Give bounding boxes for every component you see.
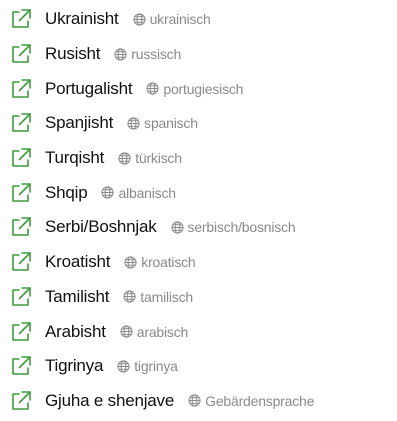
language-item[interactable]: Gjuha e shenjave Gebärdensprache bbox=[0, 384, 397, 419]
language-native-name: kroatisch bbox=[141, 254, 196, 271]
language-native-name: ukrainisch bbox=[149, 11, 211, 28]
language-native-name: russisch bbox=[131, 46, 182, 63]
language-name[interactable]: Portugalisht bbox=[45, 79, 133, 99]
globe-icon bbox=[117, 360, 130, 373]
globe-icon bbox=[124, 256, 137, 269]
external-link-icon[interactable] bbox=[10, 78, 32, 100]
globe-icon bbox=[101, 186, 115, 199]
language-item[interactable]: Portugalisht portugiesisch bbox=[0, 71, 397, 106]
language-native-name: portugiesisch bbox=[163, 80, 244, 97]
language-item[interactable]: Rusisht russisch bbox=[0, 37, 397, 72]
external-link-icon[interactable] bbox=[10, 355, 32, 377]
language-name[interactable]: Gjuha e shenjave bbox=[45, 391, 174, 411]
language-native-name: arabisch bbox=[136, 323, 189, 340]
globe-icon bbox=[114, 47, 127, 61]
language-native-name: spanisch bbox=[144, 115, 198, 132]
language-name[interactable]: Shqip bbox=[45, 183, 88, 203]
language-item[interactable]: Shqip albanisch bbox=[0, 175, 397, 210]
external-link-icon[interactable] bbox=[10, 321, 32, 343]
globe-icon bbox=[120, 325, 133, 338]
language-list: Ukrainisht ukrainisch Rusisht russisch P… bbox=[0, 2, 397, 418]
language-item[interactable]: Tamilisht tamilisch bbox=[0, 280, 397, 315]
external-link-icon[interactable] bbox=[10, 43, 32, 65]
external-link-icon[interactable] bbox=[10, 286, 32, 308]
language-native-name: tamilisch bbox=[140, 288, 193, 305]
language-item[interactable]: Tigrinya tigrinya bbox=[0, 349, 397, 384]
language-name[interactable]: Rusisht bbox=[45, 44, 100, 64]
language-native-name: Gebärdensprache bbox=[205, 392, 315, 409]
external-link-icon[interactable] bbox=[10, 216, 32, 238]
language-name[interactable]: Tigrinya bbox=[45, 356, 103, 376]
globe-icon bbox=[133, 13, 146, 26]
language-name[interactable]: Arabisht bbox=[45, 322, 106, 342]
globe-icon bbox=[170, 221, 184, 234]
language-native-name: tigrinya bbox=[134, 358, 178, 375]
language-name[interactable]: Tamilisht bbox=[45, 287, 110, 307]
external-link-icon[interactable] bbox=[10, 182, 32, 204]
language-name[interactable]: Kroatisht bbox=[45, 252, 110, 272]
external-link-icon[interactable] bbox=[10, 390, 32, 412]
globe-icon bbox=[118, 152, 131, 165]
external-link-icon[interactable] bbox=[10, 251, 32, 273]
language-name[interactable]: Ukrainisht bbox=[45, 9, 119, 29]
language-item[interactable]: Kroatisht kroatisch bbox=[0, 245, 397, 280]
globe-icon bbox=[123, 290, 136, 303]
language-native-name: albanisch bbox=[118, 184, 176, 201]
language-item[interactable]: Turqisht türkisch bbox=[0, 141, 397, 176]
external-link-icon[interactable] bbox=[10, 147, 32, 169]
language-native-name: serbisch/bosnisch bbox=[187, 219, 296, 236]
language-name[interactable]: Serbi/Boshnjak bbox=[45, 217, 157, 237]
globe-icon bbox=[146, 82, 159, 95]
language-item[interactable]: Spanjisht spanisch bbox=[0, 106, 397, 141]
language-item[interactable]: Ukrainisht ukrainisch bbox=[0, 2, 397, 37]
language-name[interactable]: Spanjisht bbox=[45, 113, 113, 133]
globe-icon bbox=[188, 394, 201, 407]
language-item[interactable]: Serbi/Boshnjak serbisch/bosnisch bbox=[0, 210, 397, 245]
language-native-name: türkisch bbox=[135, 150, 182, 167]
language-name[interactable]: Turqisht bbox=[45, 148, 104, 168]
external-link-icon[interactable] bbox=[10, 8, 32, 30]
external-link-icon[interactable] bbox=[10, 112, 32, 134]
globe-icon bbox=[127, 117, 140, 130]
language-item[interactable]: Arabisht arabisch bbox=[0, 314, 397, 349]
